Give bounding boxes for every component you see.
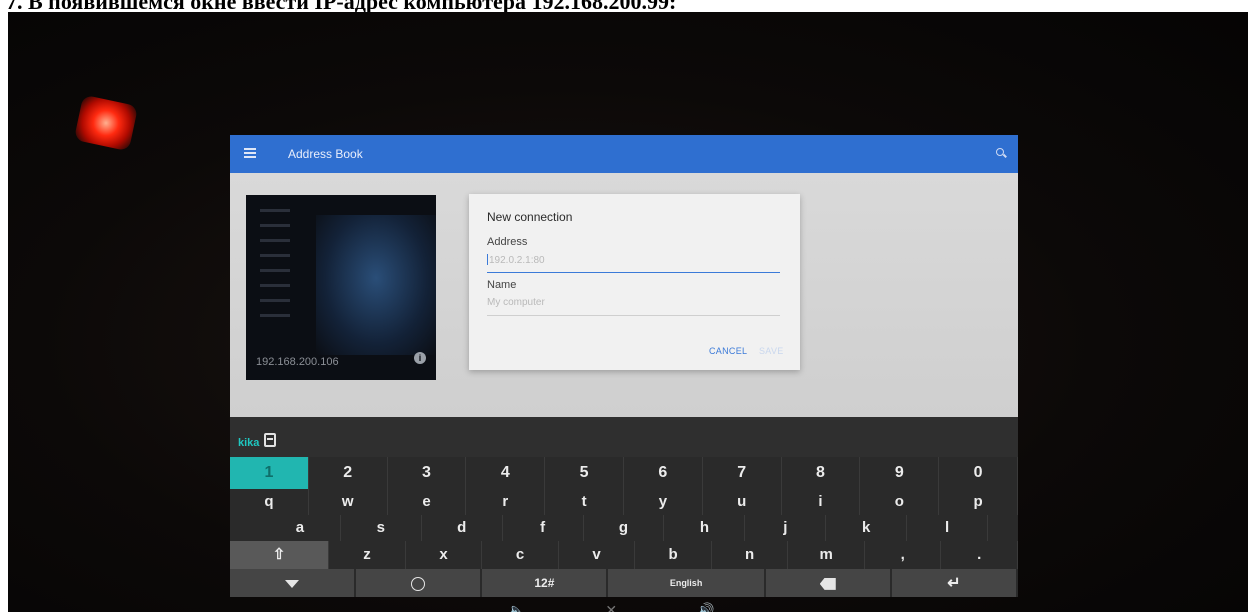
key-u[interactable]: u — [703, 489, 782, 515]
cancel-button[interactable]: CANCEL — [709, 346, 747, 356]
key-f[interactable]: f — [503, 515, 584, 541]
key-3[interactable]: 3 — [388, 457, 467, 489]
key-6[interactable]: 6 — [624, 457, 703, 489]
number-row: 1 2 3 4 5 6 7 8 9 0 — [230, 457, 1018, 489]
address-label: Address — [487, 236, 528, 248]
tv-nav-buttons: 🔈✕🔊 — [508, 602, 795, 612]
new-connection-dialog: New connection Address 192.0.2.1:80 Name… — [469, 194, 800, 370]
key-7[interactable]: 7 — [703, 457, 782, 489]
key-a[interactable]: a — [260, 515, 341, 541]
key-r[interactable]: r — [466, 489, 546, 515]
globe-icon — [411, 576, 426, 591]
keyboard-theme-icon[interactable] — [264, 433, 276, 447]
language-button[interactable] — [356, 569, 483, 597]
hide-keyboard-button[interactable] — [230, 569, 357, 597]
dialog-title: New connection — [487, 210, 573, 224]
letter-row-1: q w e r t y u i o p — [230, 489, 1018, 515]
enter-icon: ↵ — [947, 574, 961, 592]
key-p[interactable]: p — [939, 489, 1018, 515]
tv-screen: Address Book 192.168.200.106 i New conne… — [230, 135, 1018, 597]
host-card-label: 192.168.200.106 — [256, 356, 339, 368]
key-z[interactable]: z — [329, 541, 406, 569]
key-1[interactable]: 1 — [230, 457, 309, 489]
key-4[interactable]: 4 — [466, 457, 546, 489]
key-g[interactable]: g — [584, 515, 665, 541]
key-l[interactable]: l — [907, 515, 989, 541]
key-m[interactable]: m — [788, 541, 865, 569]
letter-row-2: a s d f g h j k l — [230, 515, 1018, 541]
desktop-thumbnail — [316, 215, 436, 355]
app-title: Address Book — [288, 147, 363, 161]
key-q[interactable]: q — [230, 489, 309, 515]
key-v[interactable]: v — [559, 541, 636, 569]
letter-row-3: ⇧ z x c v b n m , . — [230, 541, 1018, 569]
kika-logo: kika — [238, 437, 260, 449]
key-t[interactable]: t — [545, 489, 624, 515]
key-x[interactable]: x — [406, 541, 483, 569]
key-b[interactable]: b — [635, 541, 712, 569]
key-y[interactable]: y — [624, 489, 703, 515]
key-n[interactable]: n — [712, 541, 789, 569]
key-o[interactable]: o — [860, 489, 940, 515]
name-field[interactable]: My computer — [487, 297, 780, 316]
on-screen-keyboard: kika 1 2 3 4 5 6 7 8 9 0 q w e r t y u i… — [230, 417, 1018, 597]
key-w[interactable]: w — [309, 489, 388, 515]
name-placeholder: My computer — [487, 297, 545, 308]
key-k[interactable]: k — [826, 515, 908, 541]
key-j[interactable]: j — [745, 515, 827, 541]
key-2[interactable]: 2 — [309, 457, 388, 489]
key-comma[interactable]: , — [865, 541, 942, 569]
key-period[interactable]: . — [941, 541, 1018, 569]
host-card[interactable]: 192.168.200.106 i — [246, 195, 436, 380]
name-label: Name — [487, 279, 517, 291]
thumbnail-sidebar — [260, 209, 300, 339]
hide-keyboard-icon — [285, 579, 300, 588]
symbols-key[interactable]: 12# — [482, 569, 609, 597]
hamburger-menu-icon[interactable] — [244, 148, 256, 158]
address-placeholder: 192.0.2.1:80 — [489, 255, 545, 266]
save-button[interactable]: SAVE — [759, 346, 784, 356]
key-5[interactable]: 5 — [545, 457, 624, 489]
key-9[interactable]: 9 — [860, 457, 940, 489]
key-8[interactable]: 8 — [782, 457, 861, 489]
address-book-content: 192.168.200.106 i New connection Address… — [230, 173, 1018, 417]
backspace-icon — [819, 577, 836, 590]
key-s[interactable]: s — [341, 515, 422, 541]
key-c[interactable]: c — [482, 541, 559, 569]
document-caption: 7. В появившемся окне ввести IP-адрес ко… — [0, 0, 1248, 12]
key-0[interactable]: 0 — [939, 457, 1018, 489]
shift-key[interactable]: ⇧ — [230, 541, 330, 569]
backspace-key[interactable] — [765, 569, 892, 597]
key-h[interactable]: h — [664, 515, 746, 541]
app-bar: Address Book — [230, 135, 1018, 173]
enter-key[interactable]: ↵ — [891, 569, 1018, 597]
key-e[interactable]: e — [388, 489, 467, 515]
keyboard-toolbar: kika — [230, 417, 1018, 457]
text-cursor — [487, 254, 488, 265]
key-d[interactable]: d — [422, 515, 503, 541]
key-i[interactable]: i — [782, 489, 861, 515]
search-icon[interactable] — [996, 148, 1004, 156]
info-icon[interactable]: i — [414, 352, 426, 364]
keyboard-bottom-row: 12# English ↵ — [230, 569, 1018, 597]
space-bar[interactable]: English — [608, 569, 766, 597]
address-field[interactable]: 192.0.2.1:80 — [487, 254, 780, 273]
tv-photo: Address Book 192.168.200.106 i New conne… — [8, 12, 1248, 612]
red-indicator-light — [73, 94, 139, 152]
